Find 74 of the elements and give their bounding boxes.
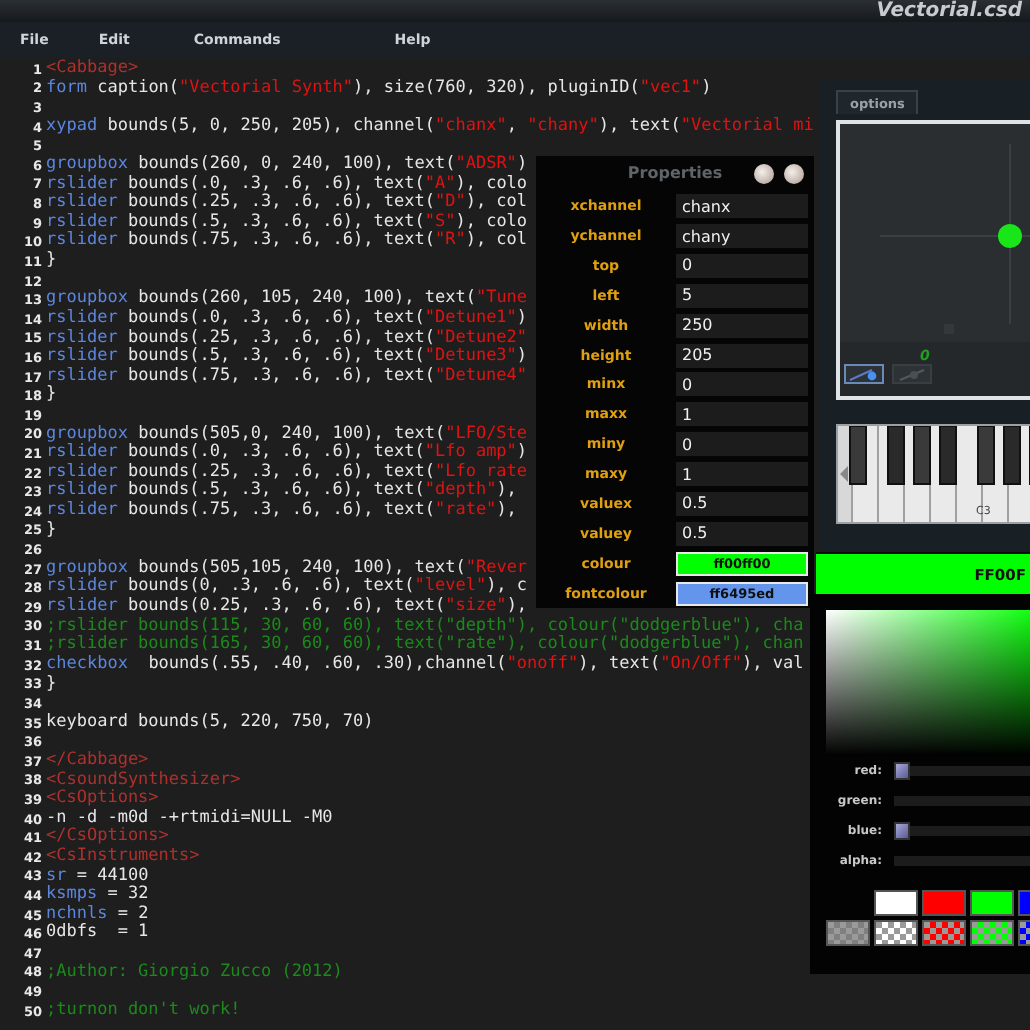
code-line: groupbox bounds(505,0, 240, 100), text("LFO/Ste	[46, 425, 528, 444]
property-field[interactable]: 0.5	[676, 521, 808, 546]
code-line: groupbox bounds(505,105, 240, 100), text("Rever	[46, 559, 528, 578]
translucent-swatch[interactable]	[874, 920, 918, 946]
code-line: ;Author: Giorgio Zucco (2012)	[46, 963, 343, 983]
code-line: ;rslider bounds(165, 30, 60, 60), text("rate"), colour("dodgerblue"), chan	[46, 636, 804, 655]
property-field[interactable]: 5	[676, 283, 808, 308]
slider-track[interactable]	[894, 822, 1030, 840]
code-line: rslider bounds(.0, .3, .6, .6), text("Lfo amp")	[46, 444, 528, 463]
code-line: </CsOptions>	[46, 828, 169, 847]
translucent-swatch[interactable]	[970, 920, 1014, 946]
code-line: }	[46, 252, 57, 272]
property-field[interactable]: 0	[676, 372, 808, 397]
translucent-swatch[interactable]	[826, 920, 870, 946]
line-dot-icon	[848, 367, 880, 381]
code-line: rslider bounds(0, .3, .6, .6), text("level"), c	[46, 578, 528, 597]
code-line: rslider bounds(.75, .3, .6, .6), text("R"), col	[46, 232, 528, 251]
close-button[interactable]	[784, 164, 804, 184]
code-line: ;rslider bounds(115, 30, 60, 60), text("depth"), colour("dodgerblue"), cha	[46, 617, 804, 636]
code-line: nchnls = 2	[46, 905, 149, 924]
panel-title: Properties	[627, 164, 723, 183]
code-line: 0dbfs = 1	[46, 924, 149, 945]
line-mode-button[interactable]	[844, 364, 884, 384]
code-line: keyboard bounds(5, 220, 750, 70)	[46, 713, 374, 733]
slider-track[interactable]	[894, 852, 1030, 870]
code-line: ;turnon don't work!	[46, 1001, 241, 1021]
code-line: rslider bounds(.5, .3, .6, .6), text("Detune3")	[46, 348, 528, 367]
code-line: groupbox bounds(260, 105, 240, 100), text("Tune	[46, 290, 528, 309]
minimize-button[interactable]	[754, 164, 774, 184]
colour-gradient-field[interactable]	[826, 610, 1030, 756]
code-line: }	[46, 386, 57, 406]
code-line: -n -d -m0d -+rtmidi=NULL -M0	[46, 809, 333, 828]
code-line: <CsInstruments>	[46, 847, 200, 867]
code-line: rslider bounds(.0, .3, .6, .6), text("Detune1")	[46, 309, 528, 329]
code-line: rslider bounds(.5, .3, .6, .6), text("depth"),	[46, 482, 517, 501]
code-line: ksmps = 32	[46, 886, 149, 905]
colour-swatch[interactable]	[874, 890, 918, 916]
slider-track[interactable]	[894, 762, 1030, 780]
code-line: sr = 44100	[46, 867, 149, 886]
property-field[interactable]: 0	[676, 432, 808, 457]
code-line: rslider bounds(.25, .3, .6, .6), text("Lfo rate	[46, 463, 528, 482]
property-field[interactable]: 1	[676, 402, 808, 427]
code-line: xypad bounds(5, 0, 250, 205), channel("chanx", "chany"), text("Vectorial mi	[46, 117, 814, 137]
colour-swatch[interactable]	[922, 890, 966, 916]
slider-track[interactable]	[894, 792, 1030, 810]
property-field[interactable]: 0	[676, 253, 808, 278]
property-field[interactable]: chanx	[676, 194, 808, 219]
slider-thumb[interactable]	[894, 822, 910, 840]
code-line: rslider bounds(.25, .3, .6, .6), text("Detune2"	[46, 329, 528, 348]
code-line: rslider bounds(.75, .3, .6, .6), text("rate"),	[46, 502, 517, 521]
translucent-swatch[interactable]	[922, 920, 966, 946]
line-dot-icon	[896, 367, 928, 381]
colour-swatch[interactable]	[970, 890, 1014, 916]
property-field[interactable]: 1	[676, 462, 808, 487]
property-field[interactable]: 250	[676, 313, 808, 338]
code-line: <CsoundSynthesizer>	[46, 771, 241, 790]
code-line: }	[46, 521, 57, 541]
code-line: <Cabbage>	[46, 60, 139, 79]
window-title: Vectorial.csd	[876, 0, 1022, 22]
property-field[interactable]: 205	[676, 343, 808, 368]
code-line: <CsOptions>	[46, 790, 159, 809]
code-line: checkbox bounds(.55, .40, .60, .30),channel("onoff"), text("On/Off"), val	[46, 655, 804, 675]
code-line: groupbox bounds(260, 0, 240, 100), text("ADSR")	[46, 156, 528, 175]
code-line: rslider bounds(.5, .3, .6, .6), text("S"), colo	[46, 213, 528, 232]
code-line: </Cabbage>	[46, 751, 149, 771]
property-field[interactable]: 0.5	[676, 491, 808, 516]
code-line: rslider bounds(.0, .3, .6, .6), text("A"), colo	[46, 175, 528, 194]
code-line: }	[46, 675, 57, 695]
code-line: rslider bounds(.25, .3, .6, .6), text("D"), col	[46, 194, 528, 213]
property-field[interactable]: chany	[676, 224, 808, 249]
code-line: rslider bounds(0.25, .3, .6, .6), text("size"),	[46, 598, 528, 617]
code-line: form caption("Vectorial Synth"), size(760, 320), pluginID("vec1")	[46, 79, 712, 99]
code-line: rslider bounds(.75, .3, .6, .6), text("Detune4"	[46, 367, 528, 386]
slider-thumb[interactable]	[894, 762, 910, 780]
